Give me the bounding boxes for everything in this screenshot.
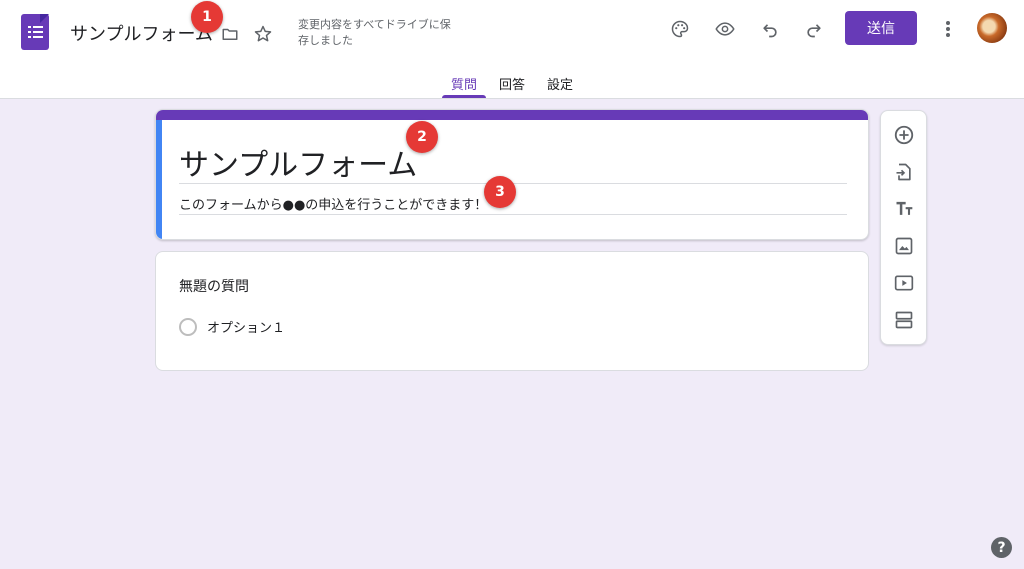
option-label[interactable]: オプション１ xyxy=(207,317,285,336)
forms-logo-icon[interactable] xyxy=(21,14,49,50)
help-button[interactable]: ? xyxy=(991,537,1012,558)
eye-icon[interactable] xyxy=(712,17,738,41)
image-icon[interactable] xyxy=(892,234,916,258)
form-description-input[interactable]: このフォームから●●の申込を行うことができます！ xyxy=(179,194,487,213)
active-tab-indicator xyxy=(442,95,486,98)
tab-settings[interactable]: 設定 xyxy=(547,74,573,93)
form-title-input[interactable]: サンプルフォーム xyxy=(179,140,417,184)
avatar[interactable] xyxy=(977,13,1007,43)
top-bar: サンプルフォーム 変更内容をすべてドライブに保存しました 送信 質問 回答 設定 xyxy=(0,0,1024,99)
radio-button[interactable] xyxy=(179,317,197,336)
document-title[interactable]: サンプルフォーム xyxy=(70,20,213,46)
option-row[interactable]: オプション１ xyxy=(179,317,285,336)
redo-icon[interactable] xyxy=(802,17,826,41)
star-icon[interactable] xyxy=(252,23,274,45)
annotation-marker-2: 2 xyxy=(406,121,438,153)
side-toolbar xyxy=(880,110,927,345)
title-text-icon[interactable] xyxy=(892,197,916,221)
tab-responses[interactable]: 回答 xyxy=(499,74,525,93)
question-card[interactable]: 無題の質問 オプション１ xyxy=(155,251,869,371)
tab-questions[interactable]: 質問 xyxy=(451,74,477,93)
annotation-marker-3: 3 xyxy=(484,176,516,208)
form-title-card[interactable]: サンプルフォーム このフォームから●●の申込を行うことができます！ xyxy=(155,109,869,240)
folder-icon[interactable] xyxy=(219,23,241,45)
more-vert-icon[interactable] xyxy=(937,17,959,41)
send-button[interactable]: 送信 xyxy=(845,11,917,45)
accent-band xyxy=(156,110,868,120)
focus-indicator xyxy=(156,120,162,239)
save-status: 変更内容をすべてドライブに保存しました xyxy=(298,18,451,47)
undo-icon[interactable] xyxy=(758,17,782,41)
question-title[interactable]: 無題の質問 xyxy=(179,276,249,296)
section-icon[interactable] xyxy=(892,308,916,332)
video-icon[interactable] xyxy=(892,271,916,295)
import-icon[interactable] xyxy=(892,160,916,184)
divider xyxy=(179,214,847,215)
palette-icon[interactable] xyxy=(668,17,692,41)
annotation-marker-1: 1 xyxy=(191,1,223,33)
add-question-icon[interactable] xyxy=(892,123,916,147)
tab-bar: 質問 回答 設定 xyxy=(0,70,1024,99)
